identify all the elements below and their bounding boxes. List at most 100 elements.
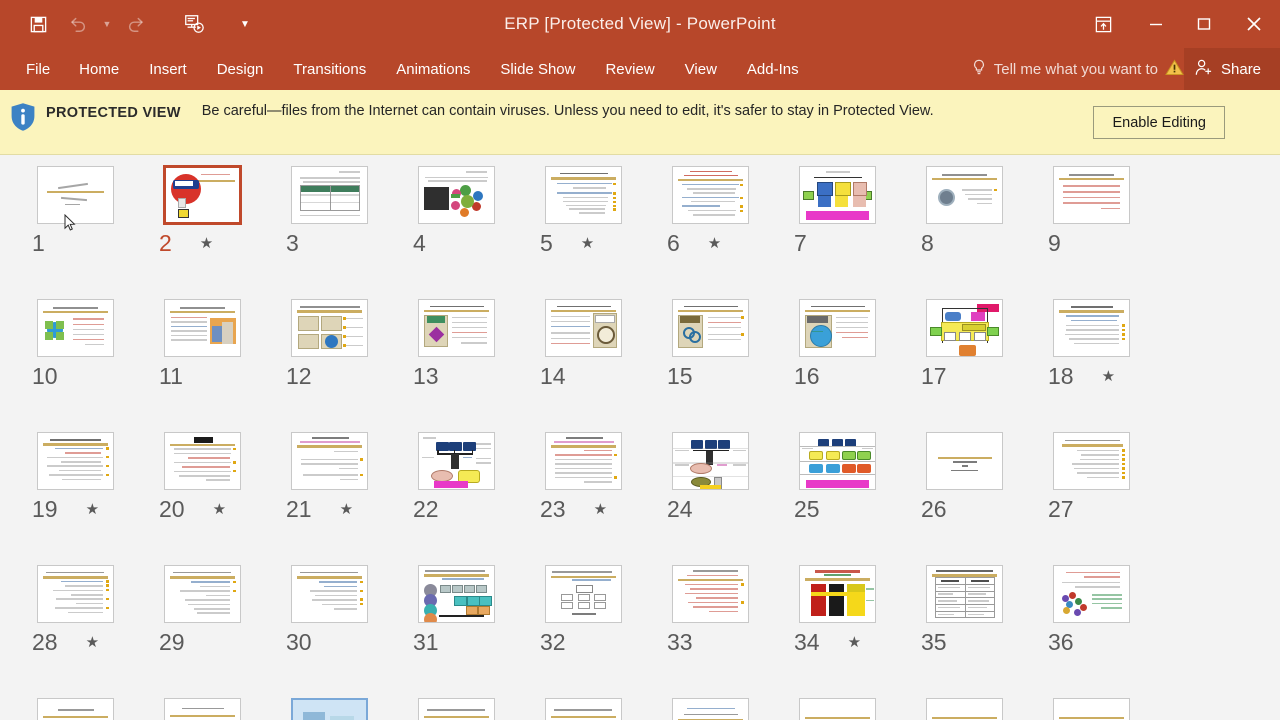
animation-star-icon: ★ xyxy=(1101,367,1116,385)
slide-thumbnail-45[interactable]: 45★ xyxy=(1028,697,1155,720)
ribbon-tab-bar: File Home Insert Design Transitions Anim… xyxy=(0,48,1280,90)
tab-home[interactable]: Home xyxy=(64,48,134,90)
slide-thumbnail-8[interactable]: 8★ xyxy=(901,165,1028,298)
slide-thumbnail-26[interactable]: 26★ xyxy=(901,431,1028,564)
slide-preview xyxy=(291,698,368,720)
slide-thumbnail-32[interactable]: 32★ xyxy=(520,564,647,697)
slide-thumbnail-25[interactable]: 25★ xyxy=(774,431,901,564)
slide-thumbnail-27[interactable]: 27★ xyxy=(1028,431,1155,564)
slide-thumbnail-42[interactable]: 42★ xyxy=(647,697,774,720)
minimize-icon[interactable] xyxy=(1132,0,1180,48)
share-button[interactable]: Share xyxy=(1184,48,1280,90)
slide-thumbnail-41[interactable]: 41★ xyxy=(520,697,647,720)
share-label: Share xyxy=(1221,60,1262,78)
slide-thumbnail-30[interactable]: 30★ xyxy=(266,564,393,697)
tell-me-search[interactable]: Tell me what you want to xyxy=(971,48,1184,90)
tell-me-label: Tell me what you want to xyxy=(993,60,1158,78)
slide-thumbnail-37[interactable]: 37★ xyxy=(12,697,139,720)
slide-thumbnail-16[interactable]: 16★ xyxy=(774,298,901,431)
slide-thumbnail-22[interactable]: 22★ xyxy=(393,431,520,564)
slide-sorter-pane[interactable]: 1★ 2★ xyxy=(0,155,1280,720)
tab-insert[interactable]: Insert xyxy=(134,48,202,90)
start-presentation-icon[interactable] xyxy=(174,6,214,42)
slide-thumbnail-31[interactable]: 31★ xyxy=(393,564,520,697)
animation-star-icon: ★ xyxy=(847,633,862,651)
slide-thumbnail-4[interactable]: 4★ xyxy=(393,165,520,298)
undo-icon[interactable] xyxy=(58,6,98,42)
slide-preview xyxy=(672,299,749,357)
slide-number: 16 xyxy=(794,362,820,389)
ribbon-tabs: File Home Insert Design Transitions Anim… xyxy=(0,48,814,90)
restore-icon[interactable] xyxy=(1180,0,1228,48)
slide-preview xyxy=(799,565,876,623)
slide-thumbnail-40[interactable]: 40★ xyxy=(393,697,520,720)
slide-thumbnail-38[interactable]: 38★ xyxy=(139,697,266,720)
title-bar: ▼ ▼ ERP [Protected View] - PowerPoint xyxy=(0,0,1280,48)
slide-thumbnail-29[interactable]: 29★ xyxy=(139,564,266,697)
slide-number: 6 xyxy=(667,229,680,256)
slide-thumbnail-3[interactable]: 3★ xyxy=(266,165,393,298)
slide-number: 21 xyxy=(286,495,312,522)
slide-number: 13 xyxy=(413,362,439,389)
slide-thumbnail-19[interactable]: 19 ★ xyxy=(12,431,139,564)
slide-thumbnail-43[interactable]: 43★ xyxy=(774,697,901,720)
slide-preview xyxy=(799,299,876,357)
slide-preview xyxy=(1053,432,1130,490)
slide-thumbnail-20[interactable]: 20 ★ xyxy=(139,431,266,564)
slide-thumbnail-24[interactable]: 24★ xyxy=(647,431,774,564)
slide-thumbnail-18[interactable]: 18 ★ xyxy=(1028,298,1155,431)
slide-thumbnail-17[interactable]: 17★ xyxy=(901,298,1028,431)
slide-number: 2 xyxy=(159,229,172,256)
tab-design[interactable]: Design xyxy=(202,48,279,90)
animation-star-icon: ★ xyxy=(707,234,722,252)
slide-thumbnail-28[interactable]: 28 ★ xyxy=(12,564,139,697)
tab-file[interactable]: File xyxy=(16,48,64,90)
slide-thumbnail-7[interactable]: 7★ xyxy=(774,165,901,298)
slide-thumbnail-23[interactable]: 23 ★ xyxy=(520,431,647,564)
slide-thumbnail-33[interactable]: 33★ xyxy=(647,564,774,697)
slide-preview xyxy=(799,166,876,224)
undo-dropdown-icon[interactable]: ▼ xyxy=(98,6,116,42)
tab-animations[interactable]: Animations xyxy=(381,48,485,90)
customize-qat-icon[interactable]: ▼ xyxy=(236,6,254,42)
tab-slide-show[interactable]: Slide Show xyxy=(485,48,590,90)
slide-thumbnail-35[interactable]: 35★ xyxy=(901,564,1028,697)
slide-number: 29 xyxy=(159,628,185,655)
enable-editing-button[interactable]: Enable Editing xyxy=(1093,106,1225,139)
tab-add-ins[interactable]: Add-Ins xyxy=(732,48,814,90)
quick-access-toolbar: ▼ ▼ xyxy=(0,6,254,42)
slide-thumbnail-44[interactable]: 44★ xyxy=(901,697,1028,720)
slide-thumbnail-21[interactable]: 21 ★ xyxy=(266,431,393,564)
slide-preview xyxy=(37,299,114,357)
slide-preview xyxy=(545,565,622,623)
slide-thumbnail-15[interactable]: 15★ xyxy=(647,298,774,431)
slide-thumbnail-34[interactable]: 34 ★ xyxy=(774,564,901,697)
slide-thumbnail-14[interactable]: 14★ xyxy=(520,298,647,431)
tab-transitions[interactable]: Transitions xyxy=(278,48,381,90)
slide-thumbnail-1[interactable]: 1★ xyxy=(12,165,139,298)
animation-star-icon: ★ xyxy=(593,500,608,518)
slide-thumbnail-6[interactable]: 6 ★ xyxy=(647,165,774,298)
slide-number: 17 xyxy=(921,362,947,389)
tab-review[interactable]: Review xyxy=(590,48,669,90)
slide-thumbnail-11[interactable]: 11★ xyxy=(139,298,266,431)
slide-number: 30 xyxy=(286,628,312,655)
slide-preview xyxy=(37,432,114,490)
slide-thumbnail-10[interactable]: 10★ xyxy=(12,298,139,431)
slide-thumbnail-2[interactable]: 2 ★ xyxy=(139,165,266,298)
close-icon[interactable] xyxy=(1228,0,1280,48)
slide-thumbnail-39[interactable]: 39★ xyxy=(266,697,393,720)
save-icon[interactable] xyxy=(18,6,58,42)
slide-thumbnail-5[interactable]: 5 ★ xyxy=(520,165,647,298)
slide-thumbnail-36[interactable]: 36★ xyxy=(1028,564,1155,697)
ribbon-display-options-icon[interactable] xyxy=(1074,0,1132,48)
slide-thumbnail-9[interactable]: 9★ xyxy=(1028,165,1155,298)
slide-thumbnail-12[interactable]: 12★ xyxy=(266,298,393,431)
slide-thumbnail-13[interactable]: 13★ xyxy=(393,298,520,431)
tab-view[interactable]: View xyxy=(670,48,732,90)
slide-preview xyxy=(418,565,495,623)
redo-icon[interactable] xyxy=(116,6,156,42)
slide-number: 34 xyxy=(794,628,820,655)
slide-preview xyxy=(1053,299,1130,357)
slide-number: 25 xyxy=(794,495,820,522)
